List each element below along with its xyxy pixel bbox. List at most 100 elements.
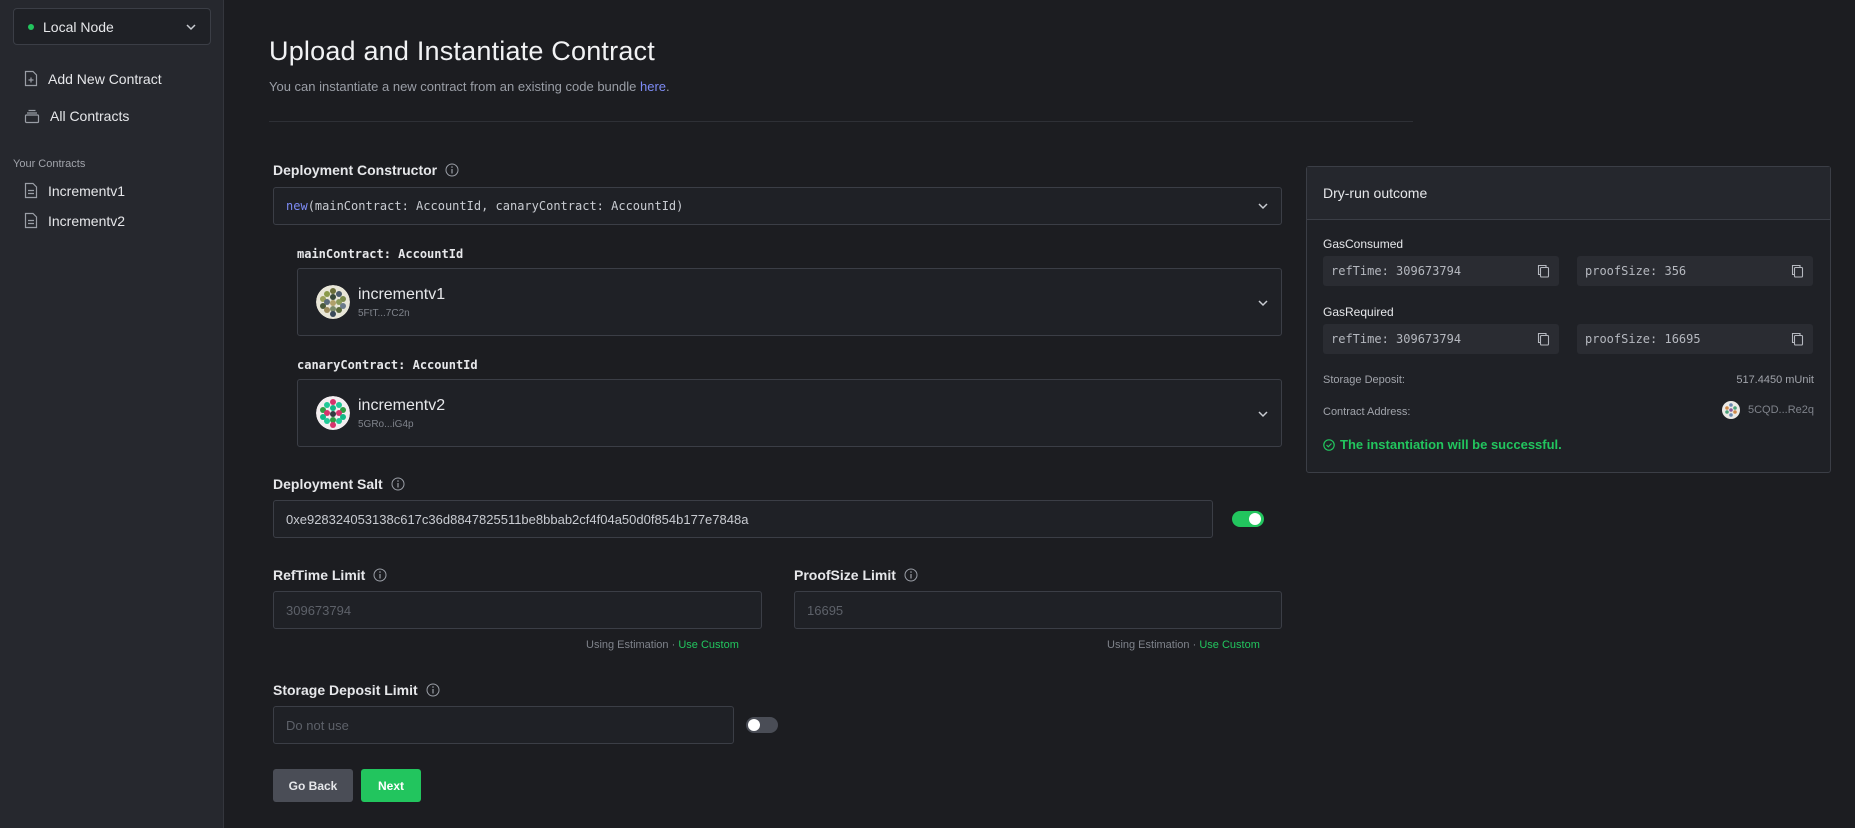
gas-required-proofsize: proofSize: 16695 [1577,324,1813,354]
reftime-label: RefTime Limit [273,567,387,583]
hint-separator: · [671,639,676,651]
proofsize-placeholder: 16695 [807,602,844,618]
salt-toggle[interactable] [1232,511,1264,527]
info-icon[interactable] [445,163,459,177]
account-address: 5FtT...7C2n [358,307,410,319]
arg-canary-contract-label: canaryContract: AccountId [297,358,478,372]
using-estimation-text: Using Estimation [1107,639,1190,651]
info-icon[interactable] [426,683,440,697]
constructor-label-text: Deployment Constructor [273,162,438,178]
account-name: incrementv1 [358,285,446,303]
your-contracts-heading: Your Contracts [13,158,86,170]
toggle-knob [748,719,760,731]
gas-required-label: GasRequired [1323,305,1394,319]
subtitle-end: . [666,79,670,94]
account-name: incrementv2 [358,396,446,414]
proofsize-label: ProofSize Limit [794,567,918,583]
copy-icon[interactable] [1537,332,1550,346]
copy-icon[interactable] [1791,264,1804,278]
constructor-select[interactable]: new(mainContract: AccountId, canaryContr… [273,187,1282,225]
main-contract-info: incrementv1 5FtT...7C2n [358,286,445,319]
constructor-args: (mainContract: AccountId, canaryContract… [307,199,684,213]
node-selector[interactable]: Local Node [13,8,211,45]
page-title: Upload and Instantiate Contract [269,36,655,66]
next-button[interactable]: Next [361,769,421,802]
storage-deposit-label: Storage Deposit: [1323,374,1405,386]
gas-consumed-proofsize: proofSize: 356 [1577,256,1813,286]
chevron-down-icon [186,23,196,30]
storage-limit-toggle[interactable] [746,717,778,733]
storage-limit-label-text: Storage Deposit Limit [273,682,418,698]
info-icon[interactable] [391,477,405,491]
canary-contract-info: incrementv2 5GRo...iG4p [358,397,445,430]
nav-add-new-contract[interactable]: Add New Contract [24,70,162,87]
identicon-avatar [1721,401,1740,419]
info-icon[interactable] [373,568,387,582]
toggle-knob [1249,513,1261,525]
code-bundle-link[interactable]: here [640,79,666,94]
dry-run-panel: Dry-run outcome GasConsumed refTime: 309… [1306,166,1831,473]
sidebar-item-incrementv2[interactable]: Incrementv2 [24,212,125,229]
chevron-down-icon [1258,203,1268,210]
contract-address-label: Contract Address: [1323,406,1411,418]
stack-icon [24,109,40,124]
go-back-button[interactable]: Go Back [273,769,353,802]
node-label: Local Node [43,18,114,35]
status-dot-icon [28,23,34,30]
identicon-avatar [316,396,350,430]
gas-required-reftime-value: refTime: 309673794 [1331,332,1462,346]
reftime-label-text: RefTime Limit [273,567,366,583]
check-circle-icon [1323,438,1335,451]
arg-main-contract-label: mainContract: AccountId [297,247,464,261]
copy-icon[interactable] [1791,332,1804,346]
constructor-label: Deployment Constructor [273,162,459,178]
gas-consumed-reftime-value: refTime: 309673794 [1331,264,1462,278]
gas-required-proof-value: proofSize: 16695 [1585,332,1701,346]
salt-label-text: Deployment Salt [273,476,383,492]
gas-consumed-reftime: refTime: 309673794 [1323,256,1559,286]
sidebar: Local Node Add New Contract All Contract… [0,0,224,828]
constructor-signature: new(mainContract: AccountId, canaryContr… [286,199,683,213]
storage-limit-placeholder: Do not use [286,717,349,733]
salt-label: Deployment Salt [273,476,405,492]
constructor-fn: new [286,199,308,213]
sidebar-item-incrementv1[interactable]: Incrementv1 [24,182,125,199]
success-text: The instantiation will be successful. [1340,437,1562,452]
reftime-input[interactable]: 309673794 [273,591,762,629]
success-message: The instantiation will be successful. [1323,437,1562,452]
dry-run-title: Dry-run outcome [1307,167,1830,220]
document-icon [24,182,38,199]
reftime-use-custom-link[interactable]: Use Custom [678,639,739,651]
reftime-placeholder: 309673794 [286,602,352,618]
proofsize-label-text: ProofSize Limit [794,567,896,583]
chevron-down-icon [1258,411,1268,418]
main-contract-select[interactable]: incrementv1 5FtT...7C2n [297,268,1282,336]
hint-separator: · [1192,639,1197,651]
using-estimation-text: Using Estimation [586,639,669,651]
nav-all-contracts-label: All Contracts [50,108,130,124]
sidebar-item-label: Incrementv2 [48,212,126,229]
storage-limit-label: Storage Deposit Limit [273,682,440,698]
nav-all-contracts[interactable]: All Contracts [24,108,129,124]
salt-input[interactable]: 0xe928324053138c617c36d8847825511be8bbab… [273,500,1213,538]
reftime-hint: Using Estimation · Use Custom [586,639,739,651]
proofsize-input[interactable]: 16695 [794,591,1282,629]
subtitle-text: You can instantiate a new contract from … [269,79,640,94]
storage-deposit-value: 517.4450 mUnit [1736,374,1814,386]
file-plus-icon [24,70,38,87]
page-subtitle: You can instantiate a new contract from … [269,79,670,94]
divider [269,121,1413,122]
identicon-avatar [316,285,350,319]
gas-consumed-label: GasConsumed [1323,237,1404,251]
copy-icon[interactable] [1537,264,1550,278]
info-icon[interactable] [904,568,918,582]
salt-value: 0xe928324053138c617c36d8847825511be8bbab… [286,511,749,527]
contract-address-value: 5CQD...Re2q [1747,404,1814,416]
canary-contract-select[interactable]: incrementv2 5GRo...iG4p [297,379,1282,447]
gas-required-reftime: refTime: 309673794 [1323,324,1559,354]
account-address: 5GRo...iG4p [358,418,414,430]
contract-address: 5CQD...Re2q [1721,401,1814,419]
gas-consumed-proof-value: proofSize: 356 [1585,264,1687,278]
proofsize-use-custom-link[interactable]: Use Custom [1199,639,1260,651]
storage-limit-input[interactable]: Do not use [273,706,734,744]
